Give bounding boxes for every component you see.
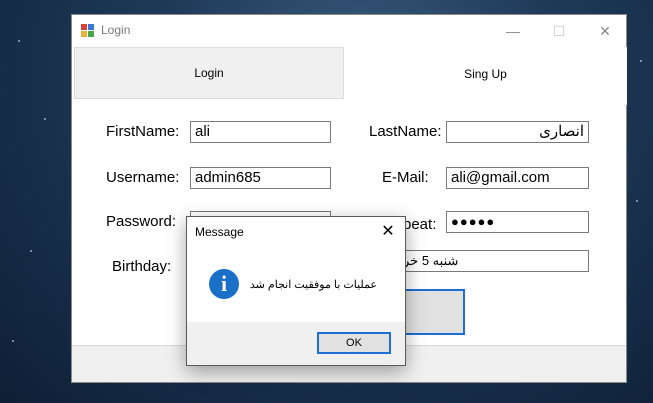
dialog-footer: OK <box>187 322 405 365</box>
dialog-title: Message <box>195 225 244 239</box>
title-bar: Login — ☐ ✕ <box>72 15 626 47</box>
app-form-icon <box>81 24 95 38</box>
dialog-message: عملیات با موفقیت انجام شد <box>249 279 377 291</box>
password-label: Password: <box>106 213 177 230</box>
email-label: E-Mail: <box>382 169 429 186</box>
window-title: Login <box>101 23 131 37</box>
username-label: Username: <box>106 169 180 186</box>
firstname-label: FirstName: <box>106 123 180 140</box>
lastname-input[interactable]: انصاری <box>446 121 589 143</box>
username-input[interactable]: admin685 <box>190 167 331 189</box>
repeat-password-input[interactable]: ●●●●● <box>446 211 589 233</box>
info-icon: i <box>209 269 239 299</box>
birthday-picker[interactable]: شنبه 5 خر <box>402 250 589 272</box>
tab-signup[interactable]: Sing Up <box>344 47 627 105</box>
repeat-password-label: peat: <box>403 216 437 233</box>
email-input[interactable]: ali@gmail.com <box>446 167 589 189</box>
dialog-close-icon[interactable]: ✕ <box>379 221 397 241</box>
minimize-button[interactable]: — <box>490 15 536 47</box>
close-button[interactable]: ✕ <box>582 15 628 47</box>
firstname-input[interactable]: ali <box>190 121 331 143</box>
message-dialog: Message ✕ i عملیات با موفقیت انجام شد OK <box>186 216 406 366</box>
birthday-label: Birthday: <box>112 258 172 275</box>
lastname-label: LastName: <box>369 123 442 140</box>
maximize-button[interactable]: ☐ <box>536 15 582 47</box>
ok-button[interactable]: OK <box>317 332 391 354</box>
tab-login[interactable]: Login <box>74 47 344 99</box>
